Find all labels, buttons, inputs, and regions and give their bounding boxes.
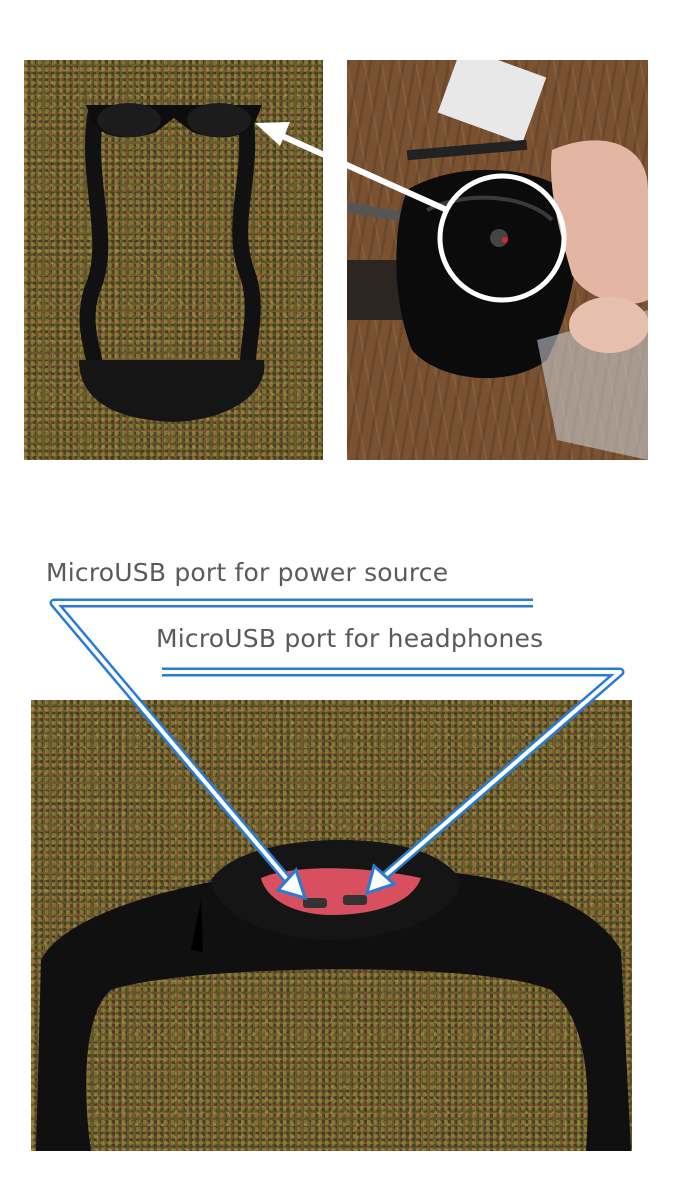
headphones-callout-arrow [162, 667, 625, 896]
power-callout-arrow [49, 598, 533, 901]
callout-arrows [49, 598, 625, 901]
